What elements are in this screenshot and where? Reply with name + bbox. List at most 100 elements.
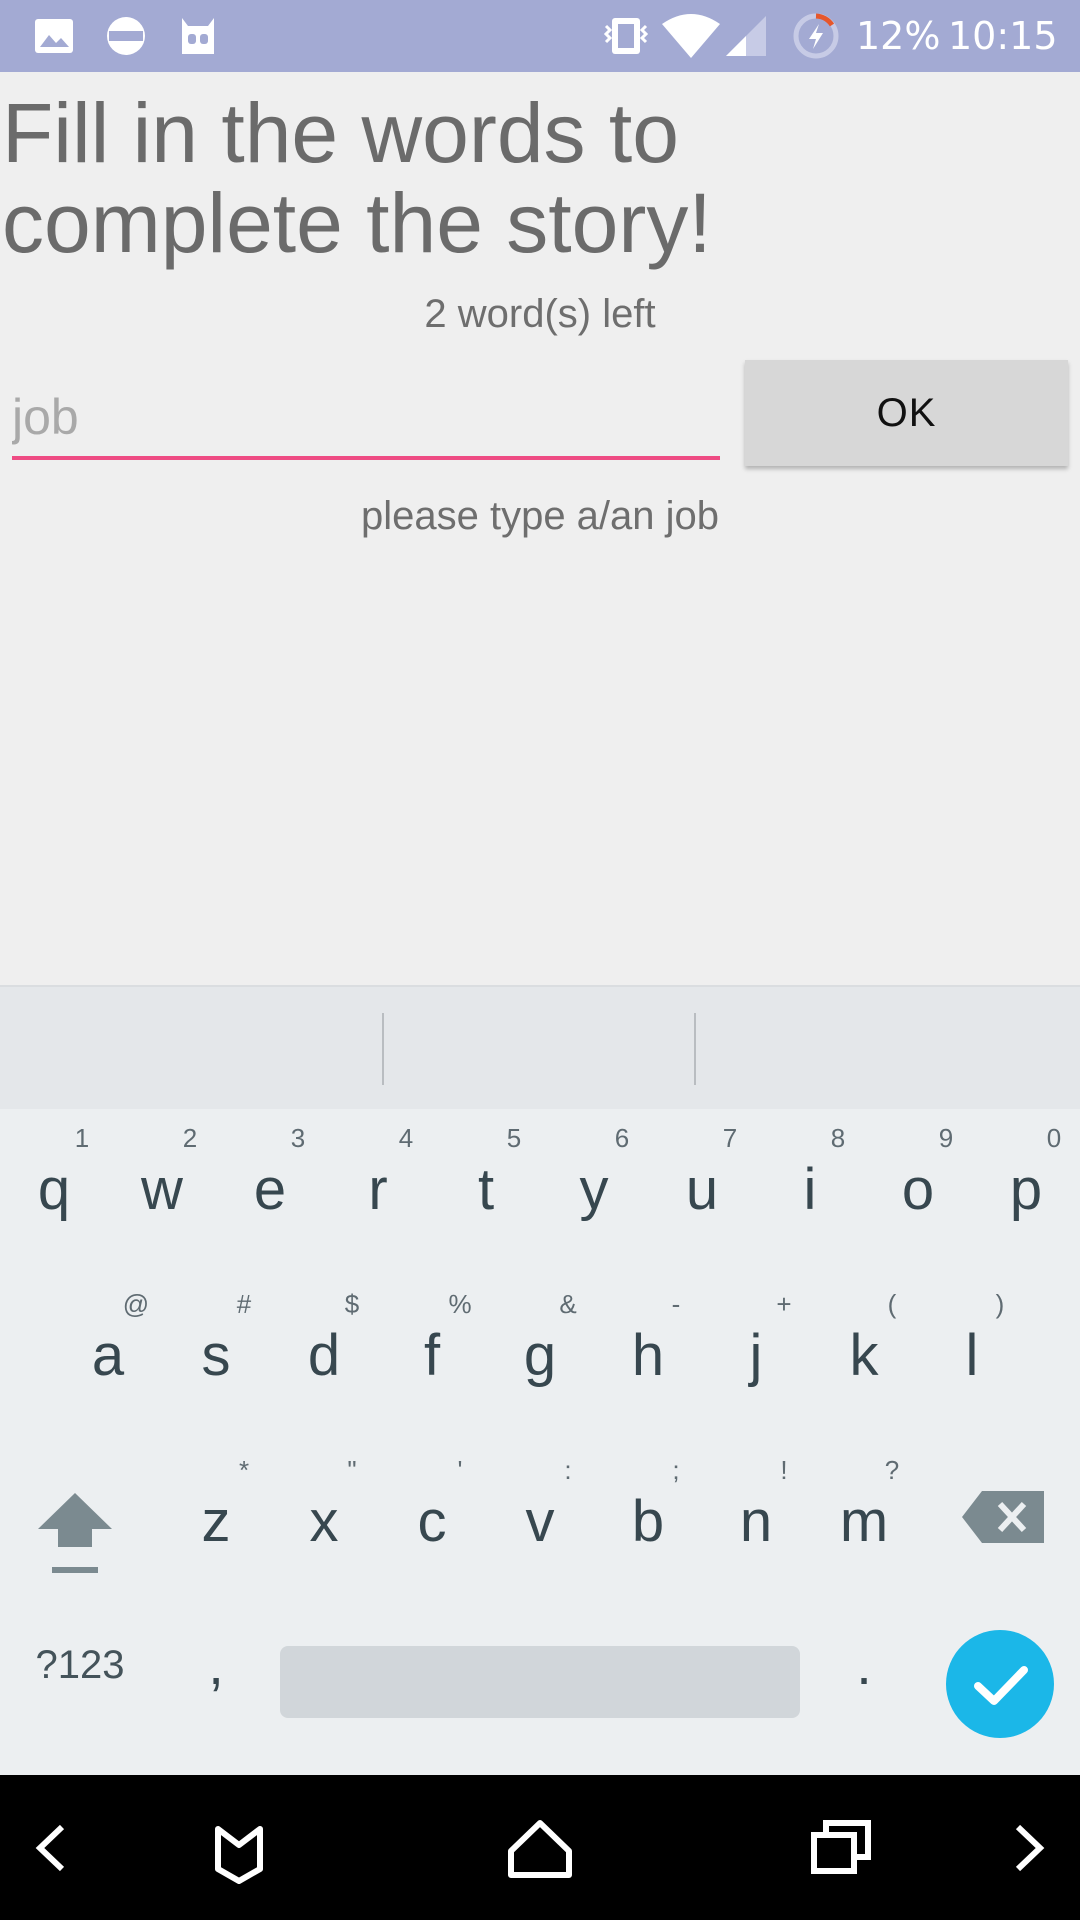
suggestion-divider bbox=[694, 1013, 696, 1085]
key-hint-label: 5 bbox=[506, 1123, 522, 1153]
wifi-icon bbox=[662, 14, 720, 58]
home-icon[interactable] bbox=[497, 1805, 583, 1891]
key-w[interactable]: 2w bbox=[108, 1107, 216, 1267]
key-f[interactable]: % f bbox=[378, 1273, 486, 1433]
key-label: z bbox=[201, 1489, 231, 1554]
key-hint-label: ? bbox=[884, 1455, 900, 1485]
mail-icon[interactable] bbox=[196, 1805, 282, 1891]
back-icon[interactable] bbox=[6, 1805, 92, 1891]
signal-icon bbox=[726, 16, 766, 56]
clock: 10:15 bbox=[948, 14, 1058, 58]
key-hint-label: # bbox=[236, 1289, 252, 1319]
key-label: k bbox=[849, 1323, 879, 1388]
battery-percentage: 12% bbox=[856, 14, 941, 58]
key-p[interactable]: 0p bbox=[972, 1107, 1080, 1267]
key-label: j bbox=[749, 1323, 763, 1388]
key-o[interactable]: 9o bbox=[864, 1107, 972, 1267]
key-hint-label: 0 bbox=[1046, 1123, 1062, 1153]
key-c[interactable]: ' c bbox=[378, 1439, 486, 1599]
key-z[interactable]: * z bbox=[162, 1439, 270, 1599]
key-hint-label: 8 bbox=[830, 1123, 846, 1153]
key-hint-label: 2 bbox=[182, 1123, 198, 1153]
symbols-key[interactable]: ?123 bbox=[20, 1630, 140, 1700]
key-label: c bbox=[417, 1489, 447, 1554]
ok-button[interactable]: OK bbox=[745, 360, 1068, 466]
key-b[interactable]: ; b bbox=[594, 1439, 702, 1599]
checkmark-icon bbox=[974, 1666, 1028, 1705]
period-key[interactable]: . bbox=[824, 1625, 904, 1705]
key-label: u bbox=[685, 1157, 719, 1222]
space-key[interactable] bbox=[280, 1646, 800, 1718]
battery-charging-icon bbox=[793, 13, 839, 59]
key-label: f bbox=[423, 1323, 441, 1388]
key-label: t bbox=[477, 1157, 495, 1222]
key-g[interactable]: & g bbox=[486, 1273, 594, 1433]
suggestion-strip[interactable] bbox=[0, 985, 1080, 1109]
key-label: y bbox=[579, 1157, 609, 1222]
key-n[interactable]: ! n bbox=[702, 1439, 810, 1599]
key-d[interactable]: $ d bbox=[270, 1273, 378, 1433]
key-i[interactable]: 8i bbox=[756, 1107, 864, 1267]
key-v[interactable]: :v bbox=[486, 1439, 594, 1599]
key-hint-label: + bbox=[776, 1289, 792, 1319]
key-label: d bbox=[307, 1323, 341, 1388]
messenger-icon bbox=[107, 17, 145, 55]
key-x[interactable]: " x bbox=[270, 1439, 378, 1599]
key-hint-label: 3 bbox=[290, 1123, 306, 1153]
soft-keyboard: 1 q 2 w 3 e 4 r 5 t 6 y 7 u 8 i 9 o 0 p @ a # s $ d% f & g - h + j(k) l * z… bbox=[0, 985, 1080, 1775]
key-hint-label: 7 bbox=[722, 1123, 738, 1153]
word-input[interactable] bbox=[12, 378, 720, 460]
enter-key[interactable] bbox=[946, 1630, 1054, 1738]
forward-icon[interactable] bbox=[988, 1805, 1074, 1891]
shift-key[interactable] bbox=[30, 1485, 120, 1585]
navigation-bar bbox=[0, 1775, 1080, 1920]
gallery-icon bbox=[35, 19, 73, 53]
backspace-key[interactable] bbox=[960, 1487, 1050, 1547]
key-hint-label: 1 bbox=[74, 1123, 90, 1153]
suggestion-divider bbox=[382, 1013, 384, 1085]
comma-key[interactable]: , bbox=[176, 1625, 256, 1705]
key-hint-label: ( bbox=[887, 1289, 897, 1319]
key-label: o bbox=[901, 1157, 935, 1222]
key-label: p bbox=[1009, 1157, 1043, 1222]
key-h[interactable]: -h bbox=[594, 1273, 702, 1433]
key-label: m bbox=[839, 1489, 889, 1554]
word-type-hint: please type a/an job bbox=[360, 494, 720, 538]
key-label: e bbox=[253, 1157, 287, 1222]
key-label: q bbox=[37, 1157, 71, 1222]
key-e[interactable]: 3e bbox=[216, 1107, 324, 1267]
key-label: v bbox=[525, 1489, 555, 1554]
key-hint-label: : bbox=[564, 1455, 572, 1485]
key-y[interactable]: 6y bbox=[540, 1107, 648, 1267]
words-left-counter: 2 word(s) left bbox=[424, 292, 656, 336]
key-a[interactable]: @ a bbox=[54, 1273, 162, 1433]
key-label: b bbox=[631, 1489, 665, 1554]
key-q[interactable]: 1q bbox=[0, 1107, 108, 1267]
key-hint-label: * bbox=[238, 1455, 250, 1485]
key-j[interactable]: + j bbox=[702, 1273, 810, 1433]
key-hint-label: 9 bbox=[938, 1123, 954, 1153]
key-u[interactable]: 7u bbox=[648, 1107, 756, 1267]
key-hint-label: @ bbox=[122, 1289, 150, 1319]
key-label: x bbox=[309, 1489, 339, 1554]
key-label: l bbox=[965, 1323, 979, 1388]
key-hint-label: 6 bbox=[614, 1123, 630, 1153]
key-hint-label: " bbox=[347, 1455, 357, 1485]
key-label: s bbox=[201, 1323, 231, 1388]
backspace-icon bbox=[962, 1491, 1044, 1543]
key-k[interactable]: (k bbox=[810, 1273, 918, 1433]
page-title: Fill in the words to complete the story! bbox=[2, 86, 712, 270]
key-m[interactable]: ? m bbox=[810, 1439, 918, 1599]
key-hint-label: ; bbox=[672, 1455, 680, 1485]
key-t[interactable]: 5t bbox=[432, 1107, 540, 1267]
key-label: h bbox=[631, 1323, 665, 1388]
key-label: r bbox=[368, 1157, 388, 1222]
key-r[interactable]: 4r bbox=[324, 1107, 432, 1267]
key-l[interactable]: ) l bbox=[918, 1273, 1026, 1433]
key-hint-label: - bbox=[671, 1289, 681, 1319]
key-label: w bbox=[141, 1157, 183, 1222]
key-label: i bbox=[803, 1157, 817, 1222]
key-label: n bbox=[739, 1489, 773, 1554]
recents-icon[interactable] bbox=[798, 1805, 884, 1891]
key-s[interactable]: # s bbox=[162, 1273, 270, 1433]
